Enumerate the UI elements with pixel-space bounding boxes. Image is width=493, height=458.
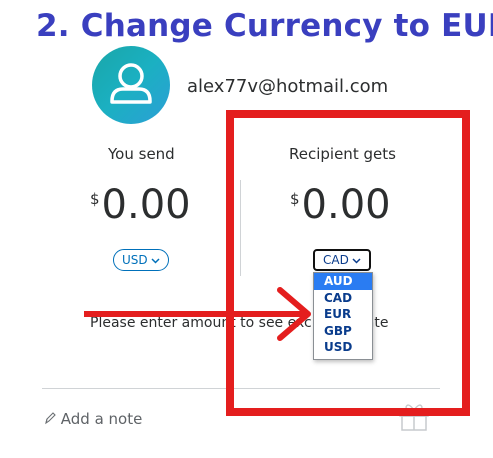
send-currency-symbol: $ — [90, 190, 100, 208]
send-amount-value: 0.00 — [101, 182, 191, 228]
recipient-email: alex77v@hotmail.com — [187, 76, 389, 97]
annotation-title: 2. Change Currency to EUR — [36, 8, 493, 44]
send-currency-select[interactable]: USD — [113, 249, 169, 271]
chevron-down-icon — [151, 250, 160, 270]
avatar — [92, 46, 170, 124]
add-note-link[interactable]: Add a note — [44, 410, 142, 428]
you-send-label: You send — [108, 145, 175, 163]
highlight-box — [226, 110, 470, 416]
send-amount[interactable]: $0.00 — [90, 182, 191, 232]
send-currency-label: USD — [122, 253, 148, 267]
add-note-label: Add a note — [60, 410, 143, 428]
pencil-icon — [44, 410, 61, 428]
arrow-annotation-icon — [81, 286, 314, 346]
user-icon — [110, 63, 152, 104]
